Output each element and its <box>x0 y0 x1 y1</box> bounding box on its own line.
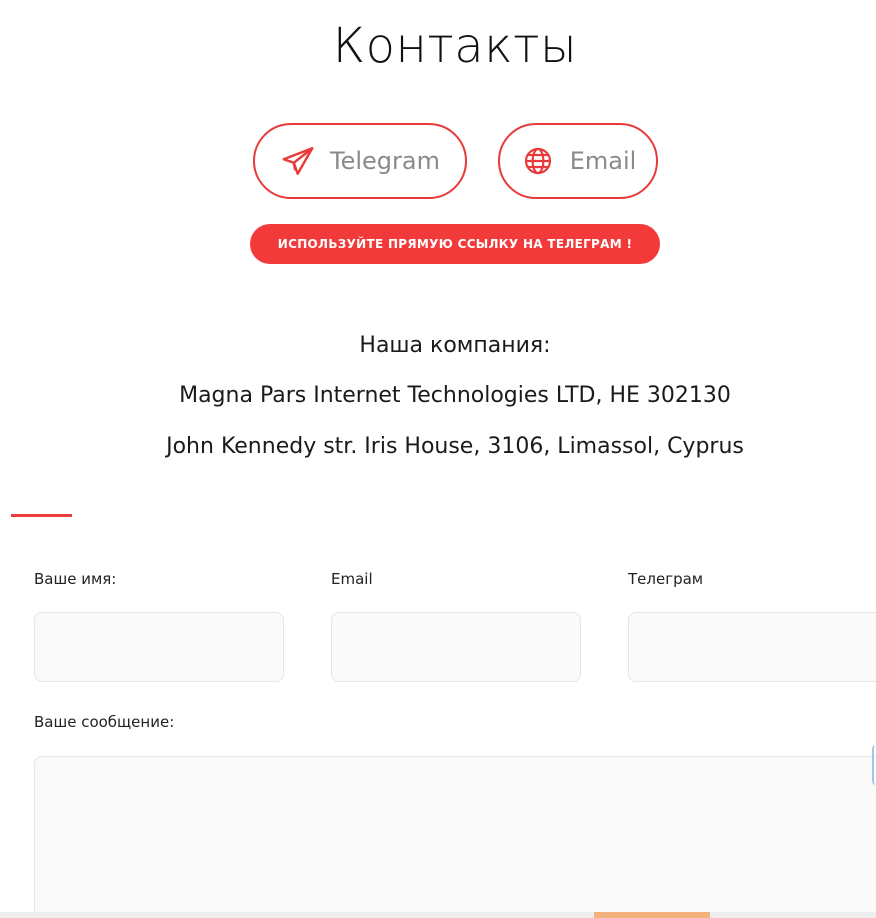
section-divider <box>11 514 72 517</box>
email-button[interactable]: Email <box>498 123 658 199</box>
company-name: Magna Pars Internet Technologies LTD, HE… <box>179 383 731 408</box>
telegram-notice-badge[interactable]: ИСПОЛЬЗУЙТЕ ПРЯМУЮ ССЫЛКУ НА ТЕЛЕГРАМ ! <box>250 224 660 264</box>
contacts-page: Контакты Telegram Email ИСПОЛЬЗУЙТЕ ПРЯМ… <box>0 0 876 918</box>
telegram-button-label: Telegram <box>330 147 440 175</box>
message-textarea[interactable] <box>34 756 876 918</box>
email-button-label: Email <box>569 147 637 175</box>
telegram-field-label: Телеграм <box>628 570 704 588</box>
paper-plane-icon <box>280 143 316 179</box>
name-input[interactable] <box>34 612 284 682</box>
bottom-bar <box>0 912 876 918</box>
globe-icon <box>520 143 556 179</box>
company-heading: Наша компания: <box>359 333 551 358</box>
page-title: Контакты <box>332 18 578 74</box>
email-field-label: Email <box>331 570 373 588</box>
telegram-input[interactable] <box>628 612 876 682</box>
bottom-bar-accent <box>594 912 710 918</box>
telegram-button[interactable]: Telegram <box>253 123 467 199</box>
message-field-label: Ваше сообщение: <box>34 713 175 731</box>
company-address: John Kennedy str. Iris House, 3106, Lima… <box>166 434 744 459</box>
chat-widget-edge[interactable] <box>872 745 876 785</box>
email-input[interactable] <box>331 612 581 682</box>
name-field-label: Ваше имя: <box>34 570 117 588</box>
